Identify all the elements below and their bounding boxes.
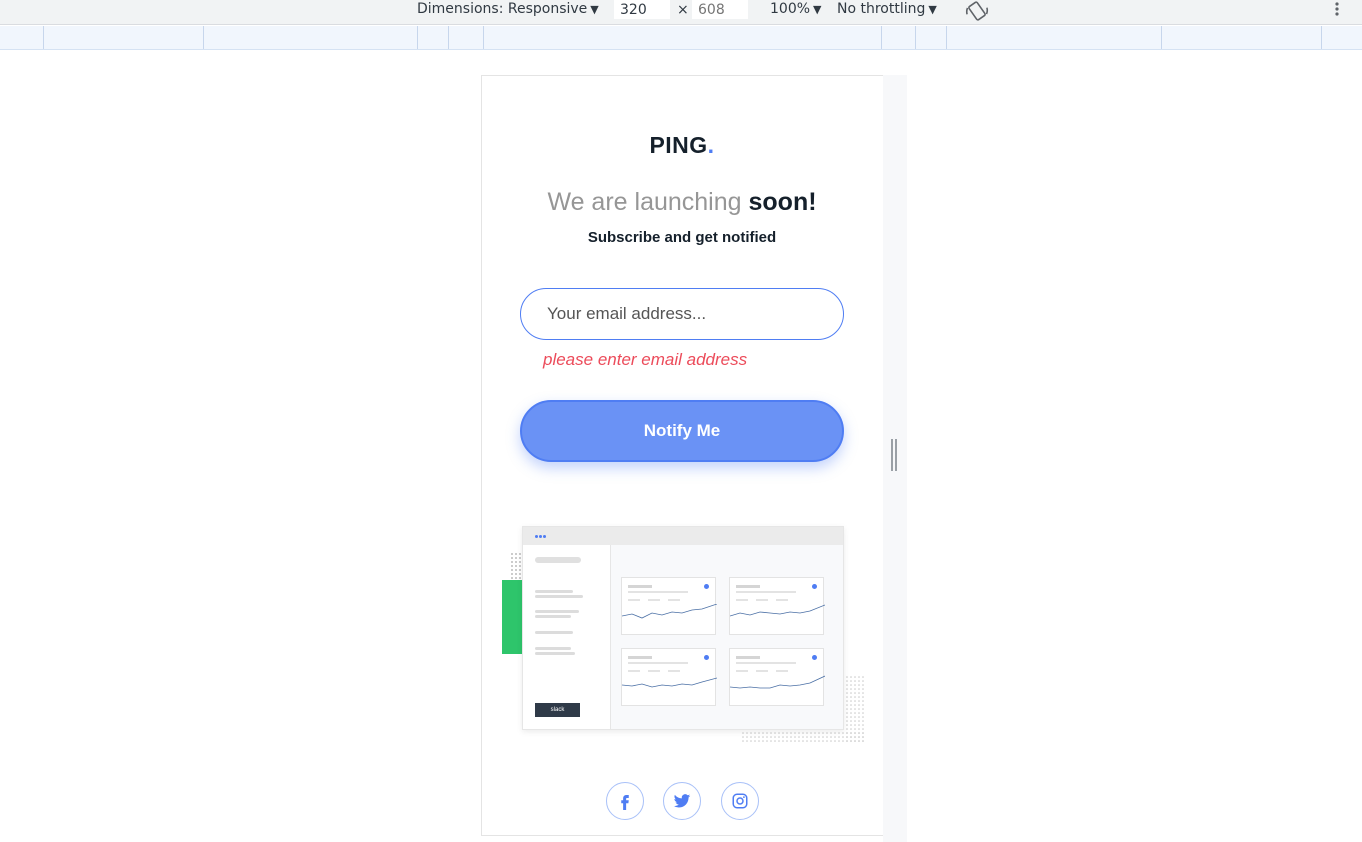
height-input[interactable] xyxy=(692,0,748,19)
dimensions-dropdown[interactable]: Dimensions: Responsive ▼ xyxy=(417,1,599,17)
ruler-marker xyxy=(203,26,204,49)
ruler-marker xyxy=(1161,26,1162,49)
ruler-marker xyxy=(483,26,484,49)
dashboard-illustration: slack xyxy=(502,524,864,746)
ruler-marker xyxy=(1321,26,1322,49)
facebook-button[interactable] xyxy=(606,782,644,820)
twitter-icon xyxy=(673,794,691,808)
subheadline: Subscribe and get notified xyxy=(587,229,777,246)
dashboard-mockup: slack xyxy=(522,526,844,730)
green-accent-bar xyxy=(502,580,524,654)
chart-card xyxy=(621,648,717,706)
error-message: please enter email address xyxy=(543,350,748,369)
logo-dot: . xyxy=(707,132,715,158)
chart-card xyxy=(729,648,825,706)
throttling-label: No throttling xyxy=(837,1,926,17)
instagram-icon xyxy=(732,793,748,809)
zoom-dropdown[interactable]: 100% ▼ xyxy=(770,1,822,17)
resize-grip-icon xyxy=(891,439,897,471)
viewport-resize-handle[interactable] xyxy=(883,75,907,842)
caret-down-icon: ▼ xyxy=(813,3,822,16)
rotate-icon[interactable] xyxy=(964,0,990,22)
headline-light: We are launching xyxy=(547,188,749,216)
chart-card xyxy=(729,577,825,635)
headline: We are launching soon! xyxy=(482,188,882,217)
dashboard-sidebar: slack xyxy=(523,545,611,729)
devtools-device-toolbar: Dimensions: Responsive▼ × 100%▼ No throt… xyxy=(0,0,1362,25)
ruler-marker xyxy=(915,26,916,49)
dashboard-titlebar xyxy=(523,527,843,545)
instagram-button[interactable] xyxy=(721,782,759,820)
ruler-marker xyxy=(448,26,449,49)
twitter-button[interactable] xyxy=(663,782,701,820)
dimensions-label: Dimensions: Responsive xyxy=(417,1,588,17)
email-placeholder: Your email address... xyxy=(547,304,707,323)
chart-card xyxy=(621,577,717,635)
headline-bold: soon! xyxy=(748,188,817,216)
media-query-ruler[interactable] xyxy=(0,26,1362,50)
slack-badge: slack xyxy=(535,703,580,717)
caret-down-icon: ▼ xyxy=(928,3,937,16)
ruler-marker xyxy=(946,26,947,49)
times-separator: × xyxy=(677,2,689,18)
facebook-icon xyxy=(621,795,629,810)
device-viewport: PING. We are launching soon! Subscribe a… xyxy=(481,75,883,836)
caret-down-icon: ▼ xyxy=(590,3,599,16)
notify-me-button[interactable]: Notify Me xyxy=(520,400,844,462)
ruler-marker xyxy=(417,26,418,49)
ping-logo: PING. xyxy=(482,132,882,159)
logo-text: PING xyxy=(649,132,708,158)
more-vertical-icon[interactable] xyxy=(1330,0,1344,22)
zoom-label: 100% xyxy=(770,1,811,17)
email-input[interactable]: Your email address... xyxy=(520,288,844,340)
width-input[interactable] xyxy=(614,0,670,19)
ruler-marker xyxy=(43,26,44,49)
throttling-dropdown[interactable]: No throttling ▼ xyxy=(837,1,937,17)
ruler-marker xyxy=(881,26,882,49)
